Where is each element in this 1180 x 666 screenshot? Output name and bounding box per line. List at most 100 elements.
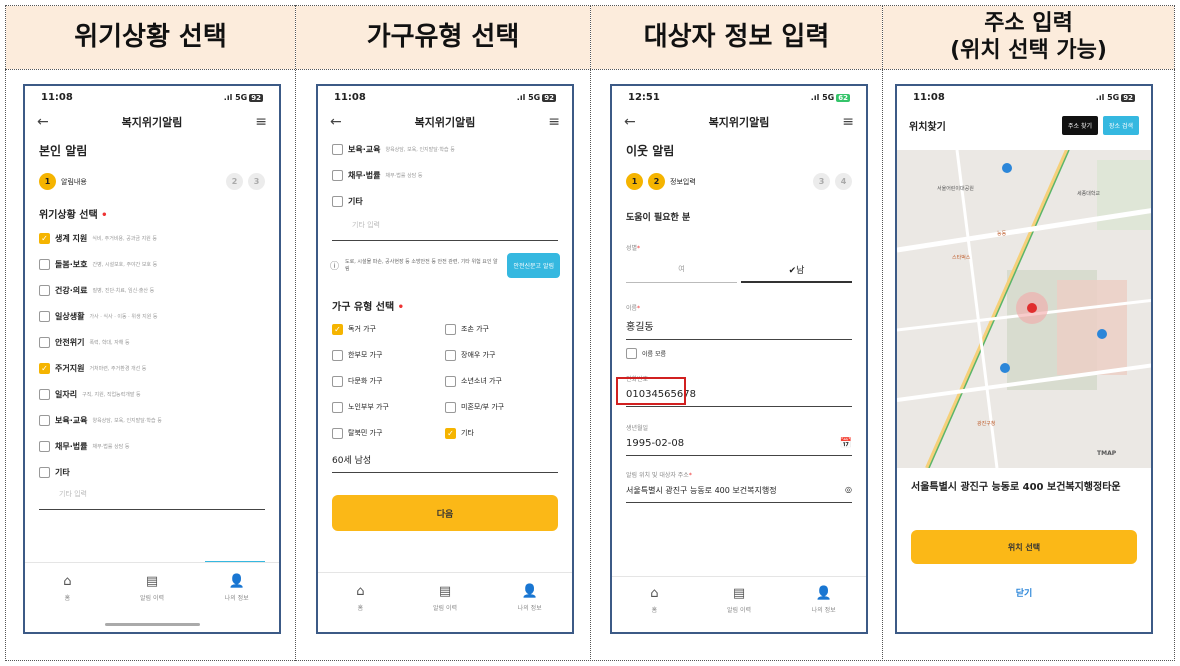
locate-icon[interactable]: ◎ (845, 485, 852, 496)
checkbox-row[interactable]: 채무·법률 채무·법률 상담 등 (318, 162, 572, 188)
household-type-option[interactable]: 다문화 가구 (332, 369, 445, 393)
menu-icon[interactable]: ≡ (842, 114, 854, 130)
tab-my-info[interactable]: 👤 나의 정보 (487, 573, 572, 622)
address-search-button[interactable]: 주소 찾기 (1062, 115, 1098, 135)
checkbox[interactable] (39, 310, 50, 322)
next-button[interactable]: 다음 (332, 495, 558, 531)
checkbox-label: 주거지원 (55, 363, 85, 373)
checkbox-row[interactable]: 일상생활 가사 · 식사 · 이동 · 위생 지원 등 (25, 303, 279, 329)
checkbox-row[interactable]: 안전위기 폭력, 학대, 자해 등 (25, 329, 279, 355)
user-icon: 👤 (815, 585, 832, 601)
unknown-name-checkbox[interactable]: 이름 모름 (612, 342, 866, 364)
name-field: 이름* 홍길동 (612, 283, 866, 340)
step-3-dot: 3 (248, 173, 265, 190)
checkbox[interactable] (445, 401, 456, 413)
tab-history[interactable]: ▤ 알림 이력 (697, 577, 782, 622)
checkbox-row[interactable]: 일자리 구직, 지원, 직업능력개발 등 (25, 381, 279, 407)
birth-input[interactable]: 1995-02-08 📅 (626, 432, 852, 456)
checkbox[interactable] (39, 440, 50, 452)
household-type-option[interactable]: 미혼모/부 가구 (445, 395, 558, 419)
place-search-button[interactable]: 장소 검색 (1103, 115, 1139, 135)
household-type-option[interactable]: ✓ 독거 가구 (332, 317, 445, 341)
checkbox[interactable] (332, 169, 343, 181)
checkbox[interactable]: ✓ (332, 323, 343, 335)
close-button[interactable]: 닫기 (897, 586, 1151, 599)
checkbox-label: 기타 (348, 196, 363, 206)
checkbox-row[interactable]: ✓ 주거지원 거처마련, 주거환경 개선 등 (25, 355, 279, 381)
checkbox[interactable] (39, 336, 50, 348)
checkbox-label: 채무·법률 (55, 441, 88, 451)
other-input[interactable]: 기타 입력 (332, 214, 558, 241)
back-arrow-icon[interactable]: ← (330, 114, 342, 130)
header-address: 주소 입력 (위치 선택 가능) (883, 6, 1174, 69)
other-input[interactable]: 기타 입력 (39, 485, 265, 510)
checkbox[interactable] (445, 323, 456, 335)
checkbox[interactable]: ✓ (445, 427, 456, 439)
checkbox[interactable] (445, 375, 456, 387)
household-type-option[interactable]: 조손 가구 (445, 317, 558, 341)
checkbox[interactable]: ✓ (39, 232, 50, 244)
tab-label: 나의 정보 (224, 594, 249, 602)
map-label: 능동 (997, 231, 1007, 237)
tab-history[interactable]: ▤ 알림 이력 (403, 573, 488, 622)
checkbox[interactable] (332, 195, 343, 207)
back-arrow-icon[interactable]: ← (624, 114, 636, 130)
gender-field: 성별* 여 ✔남 (612, 227, 866, 283)
checkbox[interactable] (332, 143, 343, 155)
checkbox-label: 노인부부 가구 (348, 403, 389, 411)
household-type-option[interactable]: 탈북민 가구 (332, 421, 445, 445)
checkbox[interactable] (626, 347, 637, 359)
tab-home[interactable]: ⌂ 홈 (25, 563, 110, 612)
checkbox[interactable] (39, 388, 50, 400)
gender-female-option[interactable]: 여 (626, 258, 737, 283)
tab-home[interactable]: ⌂ 홈 (612, 577, 697, 622)
tab-label: 홈 (651, 606, 658, 614)
checkbox-row[interactable]: 기타 (318, 188, 572, 214)
page-title: 본인 알림 (39, 144, 88, 158)
checkbox-row[interactable]: 보육·교육 양육상담, 보육, 인지발달·학습 등 (318, 136, 572, 162)
checkbox-row[interactable]: 채무·법률 채무·법률 상담 등 (25, 433, 279, 459)
checkbox[interactable] (39, 466, 50, 478)
address-input[interactable]: 서울특별시 광진구 능동로 400 보건복지행정 ◎ (626, 479, 852, 503)
step-4-dot: 4 (835, 173, 852, 190)
menu-icon[interactable]: ≡ (548, 114, 560, 130)
tab-my-info[interactable]: 👤 나의 정보 (781, 577, 866, 622)
tab-my-info[interactable]: 👤 나의 정보 (194, 563, 279, 612)
checkbox-row[interactable]: 돌봄·보호 간병, 시설보호, 주야간 보호 등 (25, 251, 279, 277)
checkbox-row[interactable]: 보육·교육 양육상담, 보육, 인지발달·학습 등 (25, 407, 279, 433)
map-view[interactable]: 서울어린이대공원 스타벅스 능동 세종대학교 광진구청 TMAP (897, 150, 1151, 468)
checkbox[interactable]: ✓ (39, 362, 50, 374)
household-type-option[interactable]: ✓ 기타 (445, 421, 558, 445)
checkbox[interactable] (332, 401, 343, 413)
checkbox[interactable] (39, 284, 50, 296)
safety-report-button[interactable]: 안전신문고 알림 (507, 253, 560, 278)
signal-icon: .ıl 5G 92 (517, 92, 556, 103)
field-label: 알림 위치 및 대상자 주소* (626, 472, 692, 479)
checkbox[interactable] (445, 349, 456, 361)
back-arrow-icon[interactable]: ← (37, 114, 49, 130)
household-type-option[interactable]: 노인부부 가구 (332, 395, 445, 419)
checkbox-row[interactable]: 기타 (25, 459, 279, 485)
tab-label: 홈 (64, 594, 71, 602)
checkbox[interactable] (332, 349, 343, 361)
name-input[interactable]: 홍길동 (626, 312, 852, 340)
other-value-input[interactable]: 60세 남성 (332, 445, 558, 473)
checkbox[interactable] (332, 375, 343, 387)
select-location-button[interactable]: 위치 선택 (911, 530, 1137, 564)
step-label: 알림내용 (61, 177, 87, 186)
household-type-option[interactable]: 한부모 가구 (332, 343, 445, 367)
checkbox[interactable] (332, 427, 343, 439)
unknown-name-label: 이름 모름 (642, 350, 666, 358)
gender-male-option[interactable]: ✔남 (741, 258, 852, 283)
calendar-icon[interactable]: 📅 (840, 438, 852, 449)
menu-icon[interactable]: ≡ (255, 114, 267, 130)
household-type-option[interactable]: 소년소녀 가구 (445, 369, 558, 393)
section-title: 도움이 필요한 분 (626, 213, 691, 223)
checkbox[interactable] (39, 414, 50, 426)
household-type-option[interactable]: 장애우 가구 (445, 343, 558, 367)
checkbox-row[interactable]: ✓ 생계 지원 식비, 주거비용, 공과금 지원 등 (25, 225, 279, 251)
checkbox-row[interactable]: 건강·의료 질병, 진단·치료, 임신·출산 등 (25, 277, 279, 303)
checkbox[interactable] (39, 258, 50, 270)
tab-home[interactable]: ⌂ 홈 (318, 573, 403, 622)
tab-history[interactable]: ▤ 알림 이력 (110, 563, 195, 612)
